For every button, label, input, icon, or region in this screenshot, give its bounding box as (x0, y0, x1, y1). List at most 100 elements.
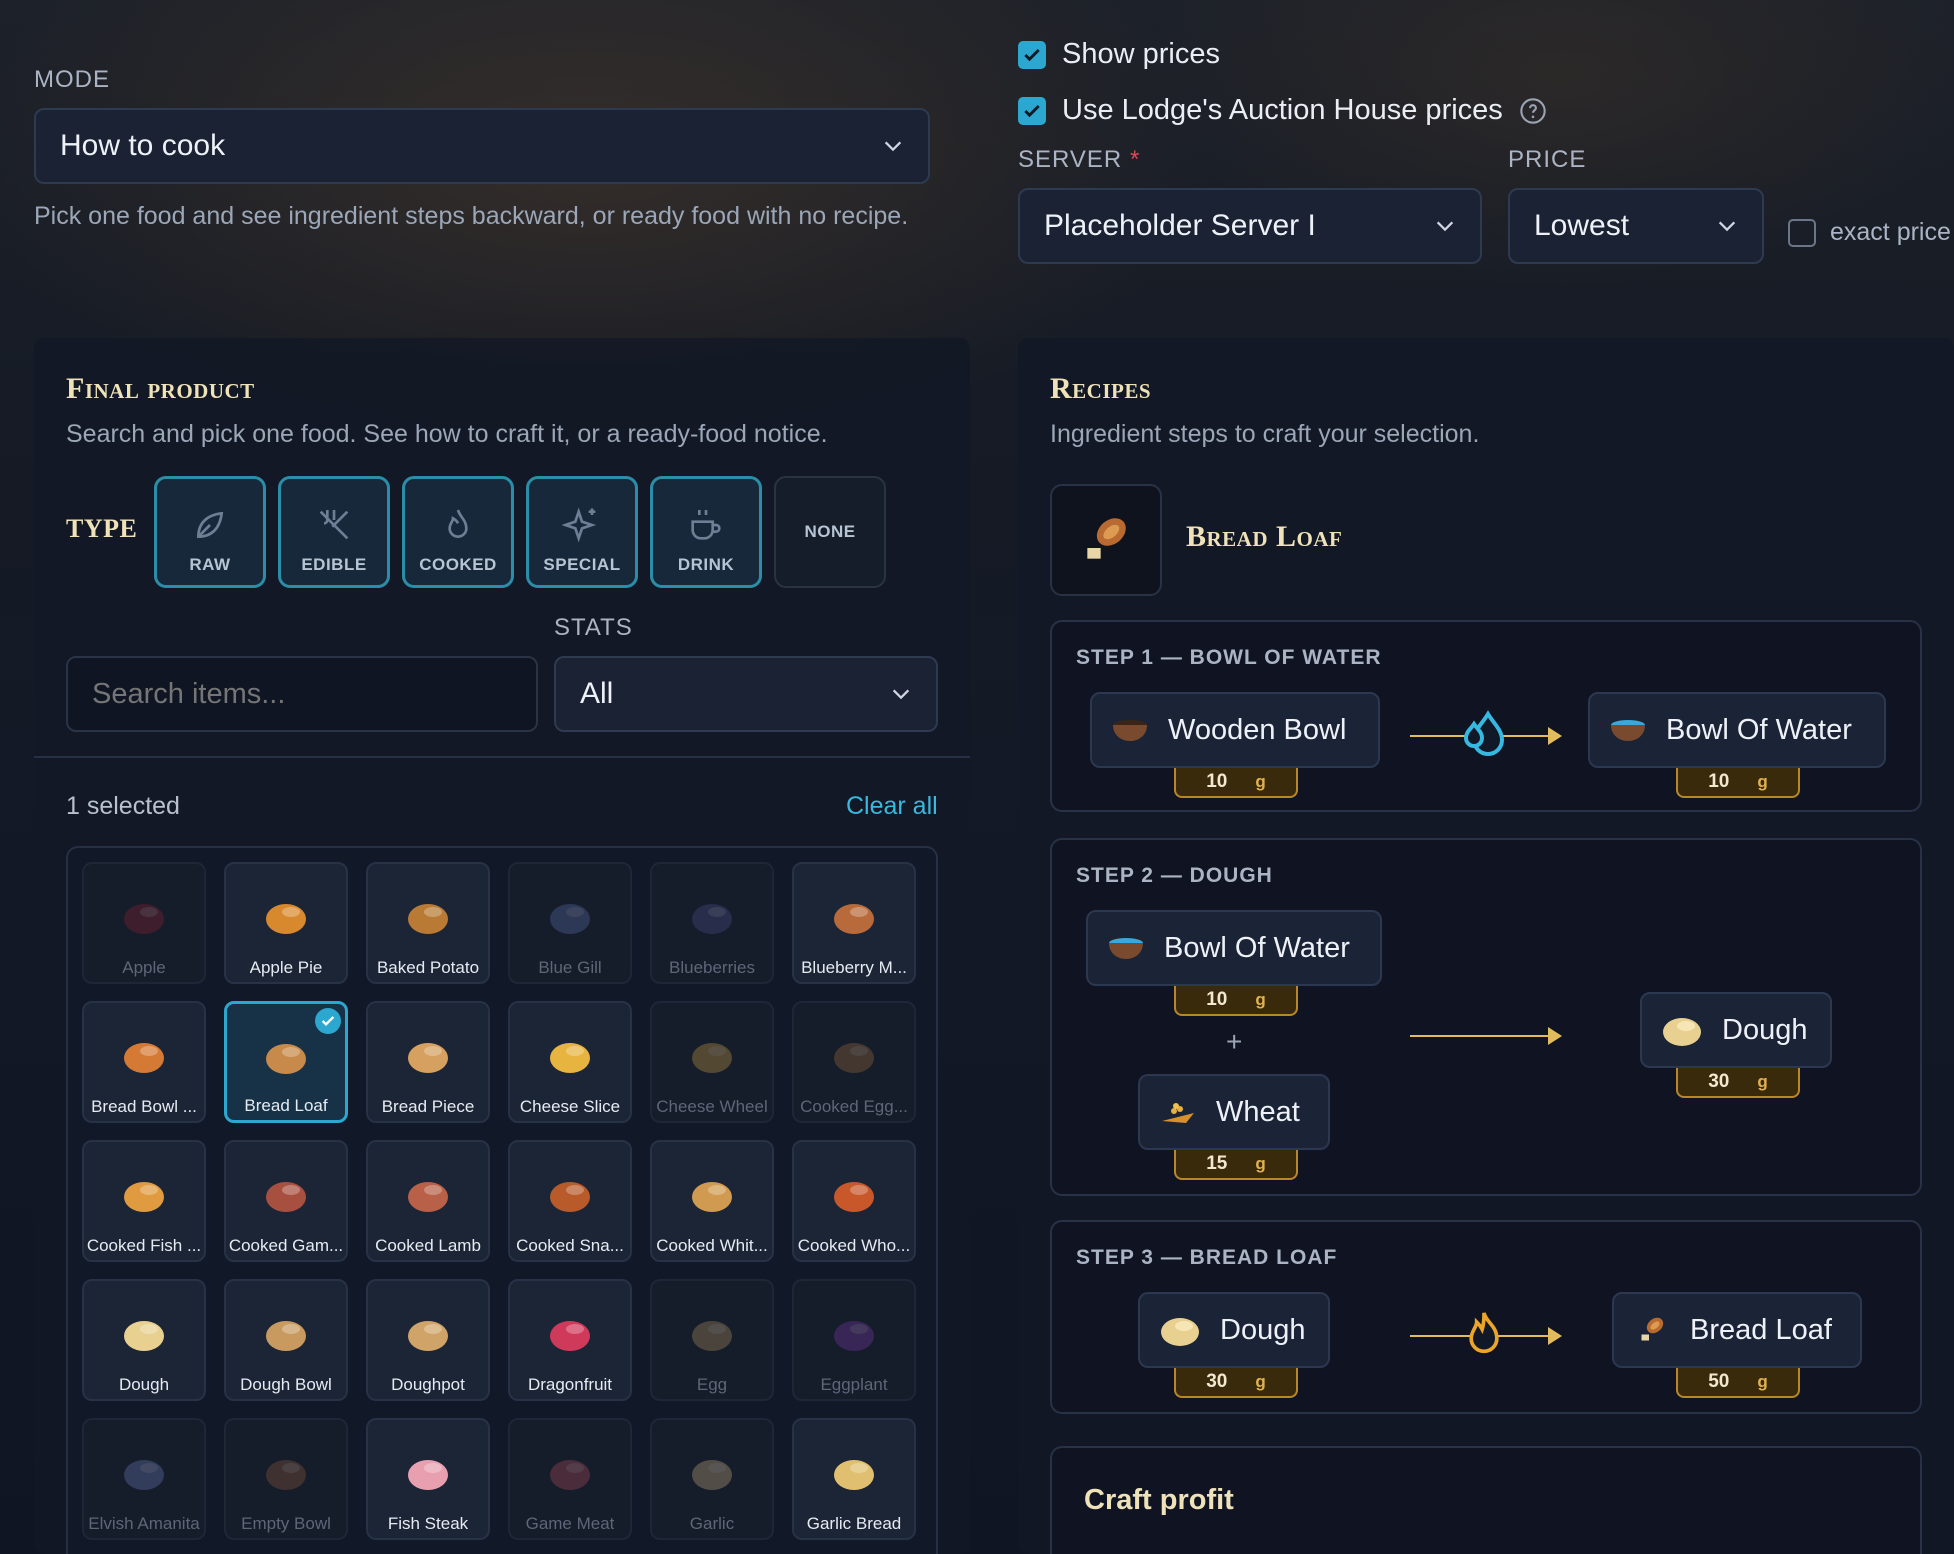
type-raw-button[interactable]: RAW (154, 476, 266, 588)
item-card[interactable]: Cheese Wheel (650, 1001, 774, 1123)
mode-select[interactable]: How to cook (34, 108, 930, 184)
item-label: Cooked Whit... (656, 1236, 768, 1255)
item-card[interactable]: Elvish Amanita (82, 1418, 206, 1540)
arrow-head-icon (1548, 1027, 1562, 1045)
chevron-down-icon (884, 141, 902, 152)
item-label: Blue Gill (538, 958, 602, 977)
food-icon (692, 1043, 732, 1073)
price-unit: g (1255, 990, 1266, 1009)
step-3-input-dough[interactable]: Dough (1138, 1292, 1330, 1368)
step-2-output-dough[interactable]: Dough (1640, 992, 1832, 1068)
item-card[interactable]: Eggplant (792, 1279, 916, 1401)
step-3-output-bread-loaf[interactable]: Bread Loaf (1612, 1292, 1862, 1368)
food-icon (408, 1460, 448, 1490)
price-label: PRICE (1508, 146, 1587, 173)
step-2-input-bowl-of-water[interactable]: Bowl Of Water (1086, 910, 1382, 986)
item-card[interactable]: Cooked Sna... (508, 1140, 632, 1262)
product-image (1050, 484, 1162, 596)
item-label: Cheese Wheel (656, 1097, 768, 1116)
item-card[interactable]: Empty Bowl (224, 1418, 348, 1540)
item-label: Cooked Lamb (375, 1236, 481, 1255)
item-card[interactable]: Garlic Bread (792, 1418, 916, 1540)
step-2-input-wheat[interactable]: Wheat (1138, 1074, 1330, 1150)
price-value: 10 (1708, 771, 1730, 792)
use-lodge-checkbox[interactable] (1018, 96, 1046, 125)
type-label: TYPE (66, 514, 138, 543)
chevron-down-icon (1718, 221, 1736, 232)
item-card[interactable]: Bread Loaf (224, 1001, 348, 1123)
food-icon (124, 1321, 164, 1351)
item-card[interactable]: Blue Gill (508, 862, 632, 984)
food-icon (834, 1043, 874, 1073)
type-cooked-button[interactable]: COOKED (402, 476, 514, 588)
item-card[interactable]: Dragonfruit (508, 1279, 632, 1401)
help-icon[interactable] (1519, 97, 1547, 125)
type-edible-button[interactable]: EDIBLE (278, 476, 390, 588)
step-1-output-bowl-of-water[interactable]: Bowl Of Water (1588, 692, 1886, 768)
item-card[interactable]: Blueberries (650, 862, 774, 984)
recipes-subtitle: Ingredient steps to craft your selection… (1050, 420, 1480, 448)
food-icon (124, 1043, 164, 1073)
clear-all-link[interactable]: Clear all (846, 792, 938, 821)
item-card[interactable]: Bread Bowl ... (82, 1001, 206, 1123)
price-value: 30 (1206, 1371, 1228, 1392)
divider (34, 756, 970, 758)
item-card[interactable]: Baked Potato (366, 862, 490, 984)
food-icon (408, 1043, 448, 1073)
item-card[interactable]: Garlic (650, 1418, 774, 1540)
food-icon (408, 904, 448, 934)
type-none-button[interactable]: NONE (774, 476, 886, 588)
flame-icon (448, 509, 468, 538)
selected-count: 1 selected (66, 792, 180, 820)
item-card[interactable]: Fish Steak (366, 1418, 490, 1540)
step-1-title: STEP 1 — BOWL OF WATER (1076, 646, 1382, 669)
item-card[interactable]: Cooked Whit... (650, 1140, 774, 1262)
item-card[interactable]: Blueberry M... (792, 862, 916, 984)
exact-price-option[interactable]: exact price (1788, 218, 1951, 247)
item-card[interactable]: Doughpot (366, 1279, 490, 1401)
step-1-input-wooden-bowl[interactable]: Wooden Bowl (1090, 692, 1380, 768)
item-card[interactable]: Apple (82, 862, 206, 984)
food-icon (692, 904, 732, 934)
price-tag: 30 g (1676, 1068, 1800, 1098)
price-tag: 15 g (1174, 1150, 1298, 1180)
item-card[interactable]: Cooked Who... (792, 1140, 916, 1262)
food-icon (692, 1182, 732, 1212)
item-card[interactable]: Bread Piece (366, 1001, 490, 1123)
stats-select-value: All (580, 677, 614, 710)
step-3-title: STEP 3 — BREAD LOAF (1076, 1246, 1338, 1269)
show-prices-option[interactable]: Show prices (1018, 38, 1220, 71)
item-card[interactable]: Cooked Fish ... (82, 1140, 206, 1262)
item-label: Doughpot (391, 1375, 465, 1394)
use-lodge-option[interactable]: Use Lodge's Auction House prices (1018, 94, 1547, 127)
item-card[interactable]: Dough Bowl (224, 1279, 348, 1401)
server-select[interactable]: Placeholder Server I (1018, 188, 1482, 264)
item-card[interactable]: Game Meat (508, 1418, 632, 1540)
price-select[interactable]: Lowest (1508, 188, 1764, 264)
type-none-label: NONE (804, 522, 856, 541)
selected-check-icon (315, 1008, 341, 1034)
stats-select[interactable]: All (554, 656, 938, 732)
type-special-label: SPECIAL (543, 555, 621, 574)
final-product-subtitle: Search and pick one food. See how to cra… (66, 420, 828, 448)
item-card[interactable]: Egg (650, 1279, 774, 1401)
item-card[interactable]: Cheese Slice (508, 1001, 632, 1123)
show-prices-checkbox[interactable] (1018, 40, 1046, 69)
price-tag: 50 g (1676, 1368, 1800, 1398)
ingredient-name: Dough (1220, 1313, 1306, 1346)
item-label: Garlic (689, 1514, 735, 1533)
fire-icon (1469, 1312, 1499, 1354)
type-drink-button[interactable]: DRINK (650, 476, 762, 588)
item-card[interactable]: Dough (82, 1279, 206, 1401)
search-input[interactable] (66, 656, 538, 732)
item-card[interactable]: Apple Pie (224, 862, 348, 984)
show-prices-label: Show prices (1062, 38, 1220, 70)
food-icon (124, 904, 164, 934)
price-tag: 10 g (1174, 768, 1298, 798)
food-icon (550, 1321, 590, 1351)
item-card[interactable]: Cooked Gam... (224, 1140, 348, 1262)
item-card[interactable]: Cooked Lamb (366, 1140, 490, 1262)
item-card[interactable]: Cooked Egg... (792, 1001, 916, 1123)
type-special-button[interactable]: SPECIAL (526, 476, 638, 588)
exact-price-checkbox[interactable] (1788, 218, 1816, 247)
